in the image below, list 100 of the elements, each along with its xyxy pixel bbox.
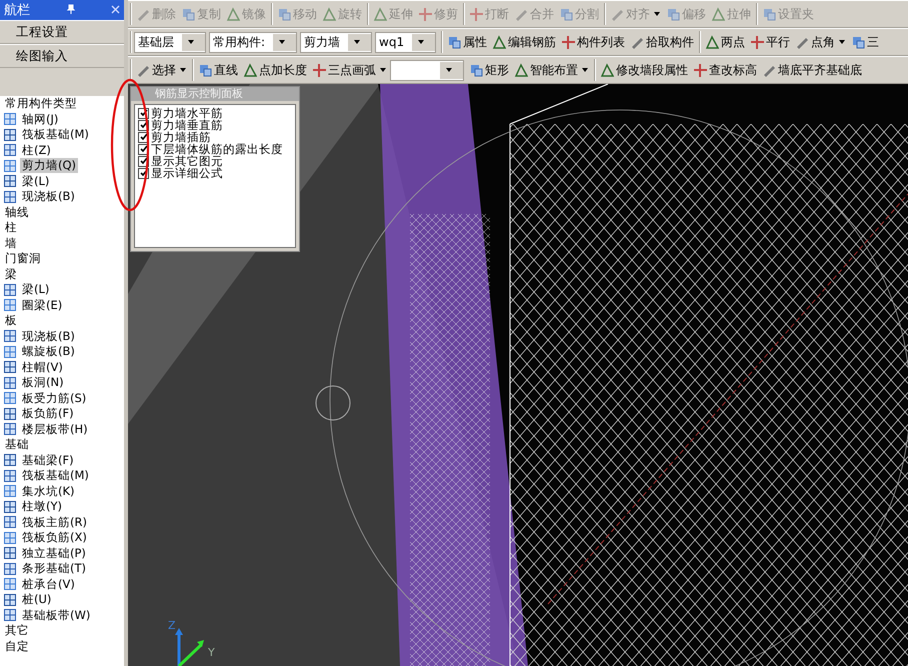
- component-icon: [3, 158, 17, 173]
- tool-icon: [277, 7, 291, 21]
- y-axis-label: Y: [208, 646, 215, 659]
- tool-icon: [851, 35, 866, 49]
- component-icon: [3, 360, 17, 374]
- caret-icon: [837, 40, 846, 44]
- caret-icon: [182, 34, 205, 50]
- toolbar-button[interactable]: 智能布置: [512, 59, 591, 81]
- tool-icon: [559, 7, 573, 21]
- toolbar-button[interactable]: 点角: [793, 31, 848, 53]
- dropdown-field[interactable]: 常用构件:: [209, 32, 298, 52]
- tool-icon: [418, 7, 432, 21]
- toolbar-button[interactable]: 构件列表: [559, 31, 628, 53]
- tool-icon: [469, 63, 483, 77]
- tree-item[interactable]: 筏板基础(M): [20, 127, 91, 142]
- checkbox-label: 显示其它图元: [151, 154, 223, 168]
- tree-item[interactable]: 剪力墙(Q): [20, 158, 78, 174]
- tree-item[interactable]: 柱帽(V): [20, 360, 65, 375]
- tool-icon: [181, 7, 195, 21]
- tree-category[interactable]: 轴线: [3, 204, 31, 220]
- dropdown-field[interactable]: 基础层: [134, 32, 206, 52]
- toolbar-button[interactable]: 拾取构件: [628, 31, 696, 53]
- tree-category[interactable]: 门窗洞: [3, 251, 43, 266]
- component-icon: [3, 608, 17, 622]
- checkbox-label: 显示详细公式: [151, 166, 223, 180]
- pin-icon[interactable]: [66, 4, 76, 16]
- component-icon: [3, 174, 17, 188]
- tree-item[interactable]: 轴网(J): [20, 112, 60, 127]
- tree-item[interactable]: 桩承台(V): [20, 576, 77, 592]
- tree-category[interactable]: 常用构件类型: [3, 96, 79, 112]
- tree-item[interactable]: 梁(L): [20, 174, 52, 189]
- tree-item[interactable]: 条形基础(T): [20, 561, 88, 576]
- checkbox-label: 剪力墙插筋: [151, 130, 211, 144]
- tree-category[interactable]: 其它: [3, 623, 31, 638]
- tree-item[interactable]: 柱墩(Y): [20, 499, 64, 514]
- tree-item[interactable]: 基础板带(W): [20, 608, 92, 623]
- component-icon: [3, 190, 17, 204]
- tool-icon: [795, 35, 810, 49]
- tree-item[interactable]: 现浇板(B): [20, 328, 77, 344]
- toolbar-button[interactable]: 属性: [445, 31, 490, 53]
- tree-category[interactable]: 梁: [3, 266, 19, 282]
- tree-item[interactable]: 楼层板带(H): [20, 422, 90, 437]
- component-icon: [3, 530, 17, 545]
- tool-icon: [762, 63, 776, 77]
- toolbar-button[interactable]: 两点: [703, 31, 748, 53]
- tool-icon: [561, 35, 576, 49]
- toolbar-button[interactable]: 查改标高: [691, 59, 759, 81]
- axis-triad-icon: [175, 628, 205, 666]
- tree-item[interactable]: 板受力筋(S): [20, 390, 88, 406]
- checkbox-label: 剪力墙水平筋: [151, 106, 223, 120]
- tool-icon: [447, 35, 462, 49]
- tree-item[interactable]: 柱(Z): [20, 142, 53, 158]
- toolbar-button[interactable]: 三: [849, 31, 882, 53]
- tool-icon: [136, 63, 150, 77]
- tree-item[interactable]: 圈梁(E): [20, 298, 64, 313]
- tree-item[interactable]: 筏板主筋(R): [20, 514, 89, 530]
- tree-item[interactable]: 现浇板(B): [20, 189, 77, 204]
- dropdown-field[interactable]: wq1: [375, 32, 436, 52]
- caret-icon: [273, 34, 296, 50]
- tree-category[interactable]: 墙: [3, 236, 19, 251]
- toolbar-button[interactable]: 平行: [748, 31, 792, 53]
- tree-item[interactable]: 筏板负筋(X): [20, 530, 89, 546]
- tool-icon: [373, 7, 387, 21]
- tree-item[interactable]: 板洞(N): [20, 375, 66, 390]
- component-icon: [3, 344, 17, 359]
- tree-item[interactable]: 板负筋(F): [20, 406, 76, 422]
- toolbar-button[interactable]: 墙底平齐基础底: [760, 59, 864, 81]
- tool-icon: [610, 7, 624, 21]
- tree-category[interactable]: 基础: [3, 437, 31, 452]
- tool-icon: [243, 63, 257, 77]
- tree-category[interactable]: 板: [3, 313, 19, 328]
- toolbar-button[interactable]: 修改墙段属性: [598, 59, 690, 81]
- toolbar-button[interactable]: 点加长度: [241, 59, 309, 81]
- toolbar-button[interactable]: 编辑钢筋: [490, 31, 558, 53]
- tool-icon: [705, 35, 720, 49]
- component-icon: [3, 391, 17, 406]
- tree-item[interactable]: 桩(U): [20, 592, 54, 608]
- tree-category[interactable]: 柱: [3, 220, 19, 236]
- component-icon: [3, 562, 17, 576]
- tree-item[interactable]: 筏板基础(M): [20, 468, 91, 484]
- navigator-button[interactable]: 工程设置: [0, 20, 124, 44]
- tree-item[interactable]: 独立基础(P): [20, 546, 88, 561]
- tool-icon: [762, 7, 776, 21]
- toolbar-button[interactable]: 三点画弧: [310, 59, 389, 81]
- tool-icon: [492, 35, 506, 49]
- tool-icon: [136, 7, 150, 21]
- tree-item[interactable]: 基础梁(F): [20, 452, 76, 468]
- tree-item[interactable]: 螺旋板(B): [20, 344, 77, 360]
- toolbar-button[interactable]: 选择: [134, 59, 189, 81]
- tree-category[interactable]: 自定: [3, 638, 31, 654]
- navigator-button[interactable]: 绘图输入: [0, 44, 124, 68]
- dropdown-field[interactable]: [390, 60, 464, 80]
- tree-item[interactable]: 梁(L): [20, 282, 52, 298]
- toolbar-button[interactable]: 直线: [196, 59, 240, 81]
- dropdown-field[interactable]: 剪力墙: [300, 32, 372, 52]
- tree-item[interactable]: 集水坑(K): [20, 484, 77, 499]
- component-icon: [3, 298, 17, 312]
- checkbox-label: 剪力墙垂直筋: [151, 118, 223, 132]
- caret-icon: [440, 62, 463, 78]
- toolbar-button[interactable]: 矩形: [467, 59, 511, 81]
